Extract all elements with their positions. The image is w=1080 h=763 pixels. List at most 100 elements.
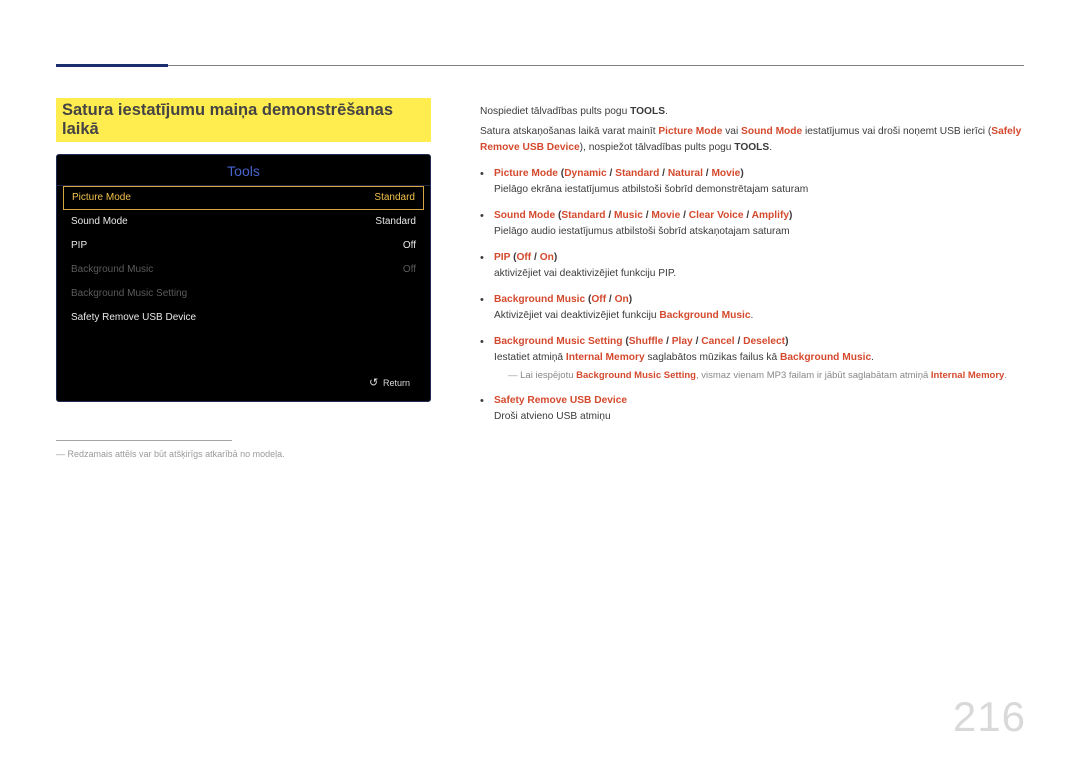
- menu-row-safety-remove-usb[interactable]: Safety Remove USB Device: [57, 306, 430, 330]
- opt: Natural: [668, 168, 703, 179]
- opt: Off: [516, 252, 531, 263]
- opt: Clear Voice: [689, 210, 744, 221]
- hl: PIP: [494, 252, 510, 263]
- opt: Cancel: [701, 336, 734, 347]
- paren: ): [740, 168, 743, 179]
- paren: ): [554, 252, 557, 263]
- hl: Picture Mode: [494, 168, 558, 179]
- tools-title: Tools: [57, 155, 430, 186]
- hl: Internal Memory: [931, 370, 1004, 381]
- hl: Background Music: [494, 294, 585, 305]
- menu-row-label: Background Music: [71, 263, 153, 277]
- opt: Standard: [615, 168, 659, 179]
- bullet-bg-music-setting: Background Music Setting (Shuffle / Play…: [480, 334, 1024, 383]
- left-footnote: Redzamais attēls var būt atšķirīgs atkar…: [56, 449, 431, 459]
- bullet-desc: Aktivizējiet vai deaktivizējiet funkciju…: [494, 310, 753, 321]
- menu-row-label: PIP: [71, 239, 87, 253]
- text: Nospiediet tālvadības pults pogu: [480, 106, 630, 117]
- sep: /: [606, 294, 615, 305]
- opt: Music: [614, 210, 643, 221]
- text-bold: TOOLS: [630, 106, 665, 117]
- sep: /: [735, 336, 744, 347]
- text: .: [769, 142, 772, 153]
- menu-row-label: Sound Mode: [71, 215, 128, 229]
- text: vai: [722, 126, 741, 137]
- opt: Movie: [711, 168, 740, 179]
- hl: Internal Memory: [566, 352, 645, 363]
- opt: Play: [672, 336, 693, 347]
- opt: On: [615, 294, 629, 305]
- bullet-safety-remove: Safety Remove USB Device Droši atvieno U…: [480, 393, 1024, 425]
- menu-row-background-music[interactable]: Background Music Off: [57, 258, 430, 282]
- t: .: [750, 310, 753, 321]
- section-heading: Satura iestatījumu maiņa demonstrēšanas …: [56, 98, 431, 142]
- hl: Safety Remove USB Device: [494, 395, 627, 406]
- return-icon: ↻: [369, 376, 378, 389]
- text: iestatījumus vai droši noņemt USB ierīci…: [802, 126, 991, 137]
- menu-row-sound-mode[interactable]: Sound Mode Standard: [57, 210, 430, 234]
- opt: Movie: [651, 210, 680, 221]
- menu-row-value: Off: [403, 239, 416, 253]
- menu-row-picture-mode[interactable]: Picture Mode Standard: [63, 186, 424, 210]
- t: Lai iespējotu: [520, 370, 576, 381]
- tools-panel: Tools Picture Mode Standard Sound Mode S…: [56, 154, 431, 402]
- top-rule-accent: [56, 64, 168, 67]
- sep: /: [659, 168, 668, 179]
- tools-footer: ↻ Return: [57, 368, 430, 399]
- paren: ): [629, 294, 632, 305]
- opt: Shuffle: [629, 336, 664, 347]
- sep: /: [744, 210, 752, 221]
- menu-row-value: Standard: [375, 215, 416, 229]
- sep: /: [606, 210, 615, 221]
- sep: /: [607, 168, 616, 179]
- hl: Picture Mode: [658, 126, 722, 137]
- paren: ): [789, 210, 792, 221]
- bullet-desc: aktivizējiet vai deaktivizējiet funkciju…: [494, 268, 676, 279]
- bullet-desc: Iestatiet atmiņā Internal Memory saglabā…: [494, 352, 874, 363]
- page-number: 216: [953, 693, 1026, 741]
- t: Aktivizējiet vai deaktivizējiet funkciju: [494, 310, 659, 321]
- sep: /: [680, 210, 689, 221]
- menu-row-label: Background Music Setting: [71, 287, 187, 301]
- menu-row-label: Safety Remove USB Device: [71, 311, 196, 325]
- t: saglabātos mūzikas failus kā: [645, 352, 780, 363]
- right-column: Nospiediet tālvadības pults pogu TOOLS. …: [480, 104, 1024, 435]
- t: , vismaz vienam MP3 failam ir jābūt sagl…: [696, 370, 931, 381]
- bullet-picture-mode: Picture Mode (Dynamic / Standard / Natur…: [480, 166, 1024, 198]
- bullet-pip: PIP (Off / On) aktivizējiet vai deaktivi…: [480, 250, 1024, 282]
- opt: On: [540, 252, 554, 263]
- tools-list: Picture Mode Standard Sound Mode Standar…: [57, 186, 430, 334]
- left-column: Satura iestatījumu maiņa demonstrēšanas …: [56, 98, 431, 459]
- menu-row-value: Standard: [374, 191, 415, 205]
- menu-row-label: Picture Mode: [72, 191, 131, 205]
- bullet-desc: Pielāgo ekrāna iestatījumus atbilstoši š…: [494, 184, 808, 195]
- menu-row-bg-music-setting[interactable]: Background Music Setting: [57, 282, 430, 306]
- opt: Standard: [561, 210, 605, 221]
- return-label: Return: [383, 378, 410, 388]
- bullet-background-music: Background Music (Off / On) Aktivizējiet…: [480, 292, 1024, 324]
- t: .: [1004, 370, 1007, 381]
- sep: /: [531, 252, 540, 263]
- hl: Background Music Setting: [576, 370, 696, 381]
- text: Satura atskaņošanas laikā varat mainīt: [480, 126, 658, 137]
- text: .: [665, 106, 668, 117]
- bullet-sound-mode: Sound Mode (Standard / Music / Movie / C…: [480, 208, 1024, 240]
- menu-row-pip[interactable]: PIP Off: [57, 234, 430, 258]
- intro-line-1: Nospiediet tālvadības pults pogu TOOLS.: [480, 104, 1024, 120]
- opt: Off: [591, 294, 606, 305]
- sub-note: Lai iespējotu Background Music Setting, …: [508, 368, 1024, 383]
- t: Iestatiet atmiņā: [494, 352, 566, 363]
- hl: Background Music: [659, 310, 750, 321]
- opt: Dynamic: [564, 168, 606, 179]
- bullet-desc: Droši atvieno USB atmiņu: [494, 411, 611, 422]
- sep: /: [693, 336, 702, 347]
- opt: Amplify: [752, 210, 789, 221]
- t: .: [871, 352, 874, 363]
- bullet-list: Picture Mode (Dynamic / Standard / Natur…: [480, 166, 1024, 425]
- hl: Sound Mode: [741, 126, 802, 137]
- paren: ): [785, 336, 788, 347]
- bullet-desc: Pielāgo audio iestatījumus atbilstoši šo…: [494, 226, 790, 237]
- top-rule: [56, 65, 1024, 66]
- hl: Sound Mode: [494, 210, 555, 221]
- text: ), nospiežot tālvadības pults pogu: [580, 142, 735, 153]
